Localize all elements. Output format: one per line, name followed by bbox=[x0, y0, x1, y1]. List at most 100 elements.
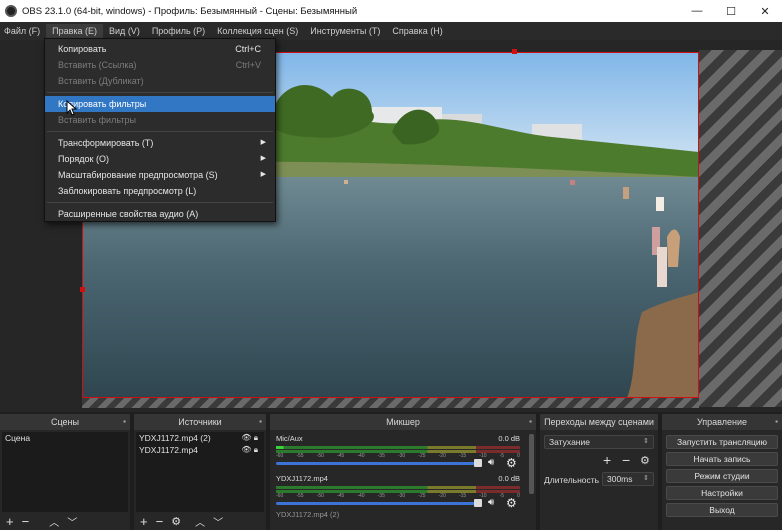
chevron-up-icon[interactable]: ︿ bbox=[195, 514, 205, 529]
mixer-dock-header: Микшер ▪ bbox=[270, 414, 536, 430]
meter-ticks: -60 -55 -50 -45 -40 -35 -30 -25 -20 -15 -10 -5 0 bbox=[276, 453, 520, 459]
edit-menu-dropdown: Копировать Ctrl+C Вставить (Ссылка) Ctrl+V… bbox=[44, 38, 276, 222]
add-icon[interactable]: + bbox=[603, 452, 611, 468]
menu-separator bbox=[47, 202, 273, 203]
scenes-dock-header: Сцены ▪ bbox=[0, 414, 130, 430]
mixer-scrollbar[interactable] bbox=[529, 434, 534, 494]
gear-icon[interactable]: ⚙ bbox=[506, 456, 517, 470]
track-name: YDXJ1172.mp4 bbox=[276, 474, 328, 483]
title-bar: OBS 23.1.0 (64-bit, windows) - Профиль: … bbox=[0, 0, 782, 22]
menu-tools[interactable]: Инструменты (T) bbox=[310, 26, 386, 36]
eye-icon[interactable]: 👁 bbox=[241, 445, 251, 454]
add-icon[interactable]: + bbox=[6, 514, 14, 529]
chevron-down-icon[interactable]: ﹀ bbox=[67, 514, 77, 529]
obs-logo-icon bbox=[5, 5, 17, 17]
controls-dock-header: Управление ▪ bbox=[662, 414, 782, 430]
window-title: OBS 23.1.0 (64-bit, windows) - Профиль: … bbox=[22, 5, 358, 17]
submenu-arrow-icon: ▶ bbox=[260, 171, 266, 178]
add-icon[interactable]: + bbox=[140, 514, 148, 529]
menu-item-copy-filters[interactable]: Копировать фильтры bbox=[45, 96, 275, 112]
mouse-cursor-icon bbox=[66, 100, 78, 116]
dock-float-icon[interactable]: ▪ bbox=[259, 414, 262, 430]
list-item[interactable]: YDXJ1172.mp4 (2) 👁 🔒︎ bbox=[136, 432, 264, 444]
sources-dock-header: Источники ▪ bbox=[134, 414, 266, 430]
menu-item-lock-preview[interactable]: Заблокировать предпросмотр (L) bbox=[45, 183, 275, 199]
settings-button[interactable]: Настройки bbox=[666, 486, 778, 500]
transitions-dock-header: Переходы между сценами ▪ bbox=[540, 414, 658, 430]
menu-help[interactable]: Справка (H) bbox=[392, 26, 448, 36]
shortcut-paste: Ctrl+V bbox=[235, 60, 261, 70]
menu-separator bbox=[47, 92, 273, 93]
track-name: Mic/Aux bbox=[276, 434, 303, 443]
submenu-arrow-icon: ▶ bbox=[260, 155, 266, 162]
exit-button[interactable]: Выход bbox=[666, 503, 778, 517]
volume-slider-knob[interactable] bbox=[474, 459, 482, 467]
dock-float-icon[interactable]: ▪ bbox=[775, 414, 778, 430]
dock-float-icon[interactable]: ▪ bbox=[529, 414, 532, 430]
menu-item-paste-reference: Вставить (Ссылка) Ctrl+V bbox=[45, 57, 275, 73]
remove-icon[interactable]: − bbox=[22, 514, 30, 529]
transition-select[interactable]: Затухание ⇕ bbox=[544, 435, 654, 449]
audio-meter bbox=[276, 446, 520, 449]
sources-list[interactable]: YDXJ1172.mp4 (2) 👁 🔒︎ YDXJ1172.mp4 👁 🔒︎ bbox=[136, 432, 264, 512]
shortcut-copy: Ctrl+C bbox=[235, 44, 261, 54]
menu-file[interactable]: Файл (F) bbox=[4, 26, 46, 36]
resize-handle-left[interactable] bbox=[80, 287, 85, 292]
spin-arrows-icon: ⇕ bbox=[643, 438, 649, 445]
chevron-down-icon[interactable]: ﹀ bbox=[213, 514, 223, 529]
list-item[interactable]: Сцена bbox=[2, 432, 128, 444]
start-streaming-button[interactable]: Запустить трансляцию bbox=[666, 435, 778, 449]
menu-profile[interactable]: Профиль (P) bbox=[152, 26, 211, 36]
minimize-button[interactable]: — bbox=[680, 0, 714, 22]
mixer-tracks: Mic/Aux 0.0 dB -60 -55 -50 -45 -40 -35 -30 -25-… bbox=[272, 432, 526, 530]
volume-slider-knob[interactable] bbox=[474, 499, 482, 507]
speaker-icon[interactable]: 🔊︎ bbox=[488, 497, 494, 508]
maximize-button[interactable]: ☐ bbox=[714, 0, 748, 22]
duration-input[interactable]: 300ms ⇕ bbox=[602, 472, 654, 486]
mixer-track: Mic/Aux 0.0 dB -60 -55 -50 -45 -40 -35 -30 -25-… bbox=[272, 432, 526, 470]
menu-item-order[interactable]: Порядок (O) ▶ bbox=[45, 151, 275, 167]
gear-icon[interactable]: ⚙ bbox=[506, 496, 517, 510]
resize-handle-top[interactable] bbox=[512, 49, 517, 54]
menu-view[interactable]: Вид (V) bbox=[109, 26, 146, 36]
mixer-track: YDXJ1172.mp4 0.0 dB -60 -55 -50 -45 -40 -35 -3… bbox=[272, 472, 526, 510]
transitions-dock: Переходы между сценами ▪ Затухание ⇕ + − ⚙… bbox=[540, 414, 658, 530]
dock-float-icon[interactable]: ▪ bbox=[651, 414, 654, 430]
menu-item-paste-duplicate: Вставить (Дубликат) bbox=[58, 76, 144, 86]
menu-item-paste-filters: Вставить фильтры bbox=[58, 115, 136, 125]
sources-dock: Источники ▪ YDXJ1172.mp4 (2) 👁 🔒︎ YDXJ1172… bbox=[134, 414, 266, 530]
preview-out-of-bounds-right bbox=[699, 50, 782, 407]
speaker-icon[interactable]: 🔊︎ bbox=[488, 457, 494, 468]
controls-dock: Управление ▪ Запустить трансляцию Начать … bbox=[662, 414, 782, 530]
gear-icon[interactable]: ⚙ bbox=[640, 454, 650, 467]
chevron-up-icon[interactable]: ︿ bbox=[49, 514, 59, 529]
lock-icon[interactable]: 🔒︎ bbox=[254, 445, 258, 454]
remove-icon[interactable]: − bbox=[622, 452, 630, 468]
remove-icon[interactable]: − bbox=[156, 514, 164, 529]
dock-float-icon[interactable]: ▪ bbox=[123, 414, 126, 430]
sources-toolbar: + − ⚙ ︿ ﹀ bbox=[136, 512, 264, 530]
menu-separator bbox=[47, 131, 273, 132]
scenes-toolbar: + − ︿ ﹀ bbox=[2, 512, 128, 530]
preview-out-of-bounds-bottom bbox=[82, 398, 699, 408]
menu-item-preview-scaling[interactable]: Масштабирование предпросмотра (S) ▶ bbox=[45, 167, 275, 183]
volume-slider[interactable] bbox=[276, 462, 482, 465]
start-recording-button[interactable]: Начать запись bbox=[666, 452, 778, 466]
menu-edit[interactable]: Правка (E) bbox=[46, 24, 104, 38]
volume-slider[interactable] bbox=[276, 502, 482, 505]
menu-item-transform[interactable]: Трансформировать (T) ▶ bbox=[45, 135, 275, 151]
menu-scene-collection[interactable]: Коллекция сцен (S) bbox=[217, 26, 304, 36]
studio-mode-button[interactable]: Режим студии bbox=[666, 469, 778, 483]
audio-meter bbox=[276, 486, 520, 489]
duration-label: Длительность bbox=[544, 475, 600, 485]
track-db: 0.0 dB bbox=[498, 474, 520, 483]
scenes-list[interactable]: Сцена bbox=[2, 432, 128, 512]
eye-icon[interactable]: 👁 bbox=[241, 433, 251, 442]
list-item[interactable]: YDXJ1172.mp4 👁 🔒︎ bbox=[136, 444, 264, 456]
lock-icon[interactable]: 🔒︎ bbox=[254, 433, 258, 442]
menu-item-copy[interactable]: Копировать Ctrl+C bbox=[45, 41, 275, 57]
gear-icon[interactable]: ⚙ bbox=[171, 515, 181, 528]
close-button[interactable]: ✕ bbox=[748, 0, 782, 22]
meter-ticks: -60 -55 -50 -45 -40 -35 -30 -25 -20 -15 -10 -5 0 bbox=[276, 493, 520, 499]
menu-item-advanced-audio[interactable]: Расширенные свойства аудио (A) bbox=[45, 206, 275, 222]
